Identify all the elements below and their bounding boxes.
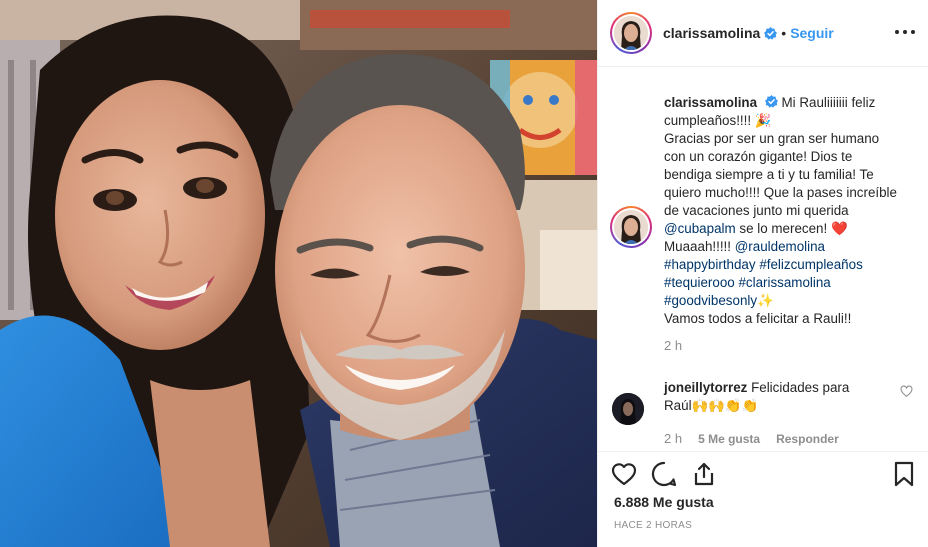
share-icon[interactable] <box>690 460 718 488</box>
follow-button[interactable]: Seguir <box>790 25 834 41</box>
caption-closing: Vamos todos a felicitar a Rauli!! <box>664 311 852 326</box>
hashtag-clarissamolina[interactable]: #clarissamolina <box>738 275 830 290</box>
caption-muaaah: Muaaah!!!!! <box>664 239 735 254</box>
reply-button[interactable]: Responder <box>776 432 839 446</box>
post-photo[interactable] <box>0 0 597 547</box>
sparkles-emoji: ✨ <box>757 293 774 308</box>
post-timestamp: HACE 2 HORAS <box>614 520 693 531</box>
instagram-post: clarissamolina • Seguir clarissamolina M… <box>0 0 928 547</box>
hashtag-tequierooo[interactable]: #tequierooo <box>664 275 735 290</box>
mention-rauldemolina[interactable]: @rauldemolina <box>735 239 825 254</box>
likes-count[interactable]: 6.888 Me gusta <box>614 494 714 510</box>
post-side-panel: clarissamolina • Seguir clarissamolina M… <box>597 0 928 547</box>
hashtag-goodvibesonly[interactable]: #goodvibesonly <box>664 293 757 308</box>
comment-icon[interactable] <box>650 460 678 488</box>
caption-after-mention: se lo merecen! <box>735 221 828 236</box>
comment-likes[interactable]: 5 Me gusta <box>698 432 760 446</box>
heart-icon[interactable] <box>610 460 638 488</box>
comments-section: clarissamolina Mi Rauliiiiiii feliz cump… <box>598 68 928 451</box>
hashtag-felizcumpleanos[interactable]: #felizcumpleaños <box>759 257 862 272</box>
comment-body: joneillytorrez Felicidades para Raúl🙌🙌👏👏 <box>664 379 864 415</box>
caption-timestamp[interactable]: 2 h <box>664 338 682 353</box>
caption-text: clarissamolina Mi Rauliiiiiii feliz cump… <box>664 94 900 328</box>
bookmark-icon[interactable] <box>890 460 918 488</box>
more-horizontal-icon[interactable] <box>895 26 915 38</box>
hashtag-happybirthday[interactable]: #happybirthday <box>664 257 756 272</box>
heart-emoji: ❤️ <box>830 221 848 236</box>
commenter-username[interactable]: joneillytorrez <box>664 380 747 395</box>
author-avatar[interactable] <box>610 12 652 54</box>
separator-dot: • <box>781 25 787 41</box>
verified-badge-icon <box>764 95 778 108</box>
comment-like-heart-icon[interactable] <box>900 385 913 398</box>
comment-meta: 2 h 5 Me gusta Responder <box>664 431 894 446</box>
caption-username[interactable]: clarissamolina <box>664 95 757 110</box>
caption-avatar[interactable] <box>610 206 652 248</box>
comment-time[interactable]: 2 h <box>664 431 682 446</box>
verified-badge-icon <box>764 26 778 40</box>
mention-cubapalm[interactable]: @cubapalm <box>664 221 736 236</box>
commenter-avatar[interactable] <box>612 393 644 425</box>
author-username[interactable]: clarissamolina <box>663 25 760 41</box>
author-avatar-image <box>614 16 648 50</box>
selfie-photo <box>0 0 597 547</box>
post-header: clarissamolina • Seguir <box>598 0 928 67</box>
caption-line-2: Gracias por ser un gran ser humano con u… <box>664 131 897 218</box>
post-actions: 6.888 Me gusta HACE 2 HORAS <box>598 451 928 547</box>
